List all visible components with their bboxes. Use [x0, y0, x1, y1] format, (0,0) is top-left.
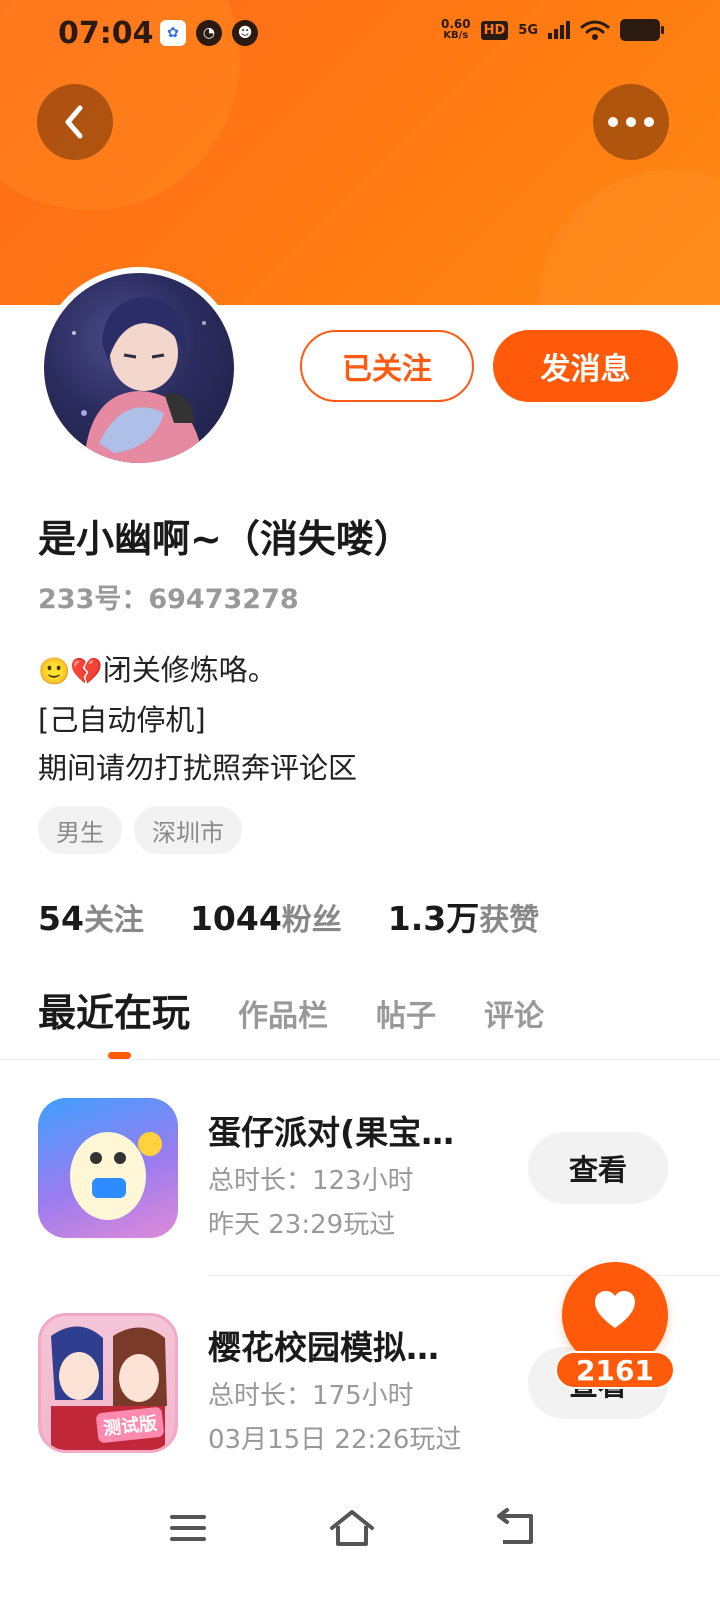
- tab-divider: [0, 1059, 720, 1060]
- tab-posts[interactable]: 帖子: [376, 991, 436, 1035]
- home-icon: [330, 1510, 374, 1546]
- network-speed: 0.60 KB/s: [441, 18, 471, 42]
- active-tab-indicator: [108, 1052, 131, 1059]
- following-label: 关注: [83, 903, 144, 938]
- hd-icon: HD: [480, 20, 509, 40]
- cat-app-icon: ☻: [232, 20, 258, 46]
- tab-recently-played[interactable]: 最近在玩: [38, 982, 190, 1037]
- back-nav-button[interactable]: [487, 1506, 547, 1550]
- tab-comments[interactable]: 评论: [484, 991, 544, 1035]
- wifi-icon: [580, 20, 610, 40]
- sakura-school-app-icon: 测试版: [38, 1313, 178, 1453]
- chevron-left-icon: [65, 105, 83, 139]
- network-type: 5G: [518, 22, 538, 38]
- game-title: 蛋仔派对(果宝…: [208, 1113, 455, 1152]
- profile-stats: 54 关注 1044 粉丝 1.3万 获赞: [38, 892, 585, 940]
- profile-tabs: 最近在玩 作品栏 帖子 评论: [38, 982, 592, 1037]
- heart-icon: [595, 1291, 635, 1328]
- network-speed-value: 0.60: [441, 17, 471, 31]
- send-message-button[interactable]: 发消息: [493, 330, 678, 402]
- likes-count: 1.3万: [387, 899, 480, 938]
- back-button[interactable]: [37, 84, 113, 160]
- bio-line-1: 🙂💔闭关修炼咯。: [38, 646, 357, 696]
- speedometer-app-icon: ◔: [196, 20, 222, 46]
- likes-stat[interactable]: 1.3万 获赞: [388, 892, 539, 940]
- avatar-illustration: [72, 297, 206, 463]
- signal-icon: [548, 21, 570, 39]
- view-button[interactable]: 查看: [528, 1132, 668, 1204]
- game-duration: 总时长：123小时: [208, 1166, 414, 1196]
- system-status-icons: 0.60 KB/s HD 5G: [441, 18, 664, 42]
- like-count-badge: 2161: [555, 1351, 675, 1389]
- smile-emoji-icon: 🙂: [38, 657, 71, 687]
- bio-line-2: [己自动停机]: [38, 703, 206, 737]
- fans-label: 粉丝: [281, 903, 342, 938]
- bio-line-3: 期间请勿打扰照奔评论区: [38, 751, 358, 785]
- back-arrow-icon: [497, 1508, 533, 1544]
- game-title: 樱花校园模拟…: [208, 1328, 439, 1367]
- fans-count: 1044: [189, 899, 282, 938]
- eggy-mascot-icon: [70, 1132, 162, 1220]
- profile-nickname: 是小幽啊~（消失喽）: [38, 517, 412, 561]
- banner-decoration: [540, 170, 720, 305]
- baidu-app-icon: ✿: [160, 20, 186, 46]
- more-options-button[interactable]: [593, 84, 669, 160]
- avatar[interactable]: [38, 267, 240, 469]
- followed-button[interactable]: 已关注: [300, 330, 474, 402]
- tab-works[interactable]: 作品栏: [238, 991, 328, 1035]
- game-last-played: 昨天 23:29玩过: [208, 1210, 396, 1240]
- following-count: 54: [38, 899, 84, 938]
- game-last-played: 03月15日 22:26玩过: [208, 1425, 462, 1455]
- home-button[interactable]: [322, 1506, 382, 1550]
- profile-tags: 男生 深圳市: [38, 806, 242, 854]
- list-item[interactable]: 蛋仔派对(果宝… 总时长：123小时 昨天 23:29玩过 查看: [0, 1098, 720, 1268]
- gender-tag: 男生: [38, 806, 122, 854]
- broken-heart-emoji-icon: 💔: [70, 657, 103, 687]
- network-speed-unit: KB/s: [443, 30, 469, 41]
- more-dots-icon: [608, 117, 654, 127]
- status-time: 07:04: [58, 16, 154, 51]
- notification-icons: ✿ ◔ ☻: [160, 20, 258, 46]
- system-navigation-bar: [0, 1480, 720, 1600]
- menu-button[interactable]: [158, 1506, 218, 1550]
- eggy-party-app-icon: [38, 1098, 178, 1238]
- menu-icon: [170, 1515, 206, 1541]
- likes-label: 获赞: [479, 903, 540, 938]
- avatar-image: [44, 273, 234, 463]
- following-stat[interactable]: 54 关注: [38, 895, 144, 939]
- profile-bio: 🙂💔闭关修炼咯。 [己自动停机] 期间请勿打扰照奔评论区: [38, 646, 357, 792]
- status-bar: 07:04 ✿ ◔ ☻ 0.60 KB/s HD 5G: [0, 0, 720, 70]
- battery-icon: [620, 19, 664, 41]
- location-tag: 深圳市: [134, 806, 242, 854]
- account-id: 233号：69473278: [38, 584, 299, 615]
- fans-stat[interactable]: 1044 粉丝: [190, 895, 342, 939]
- bio-line-1-text: 闭关修炼咯。: [102, 653, 277, 687]
- game-duration: 总时长：175小时: [208, 1381, 414, 1411]
